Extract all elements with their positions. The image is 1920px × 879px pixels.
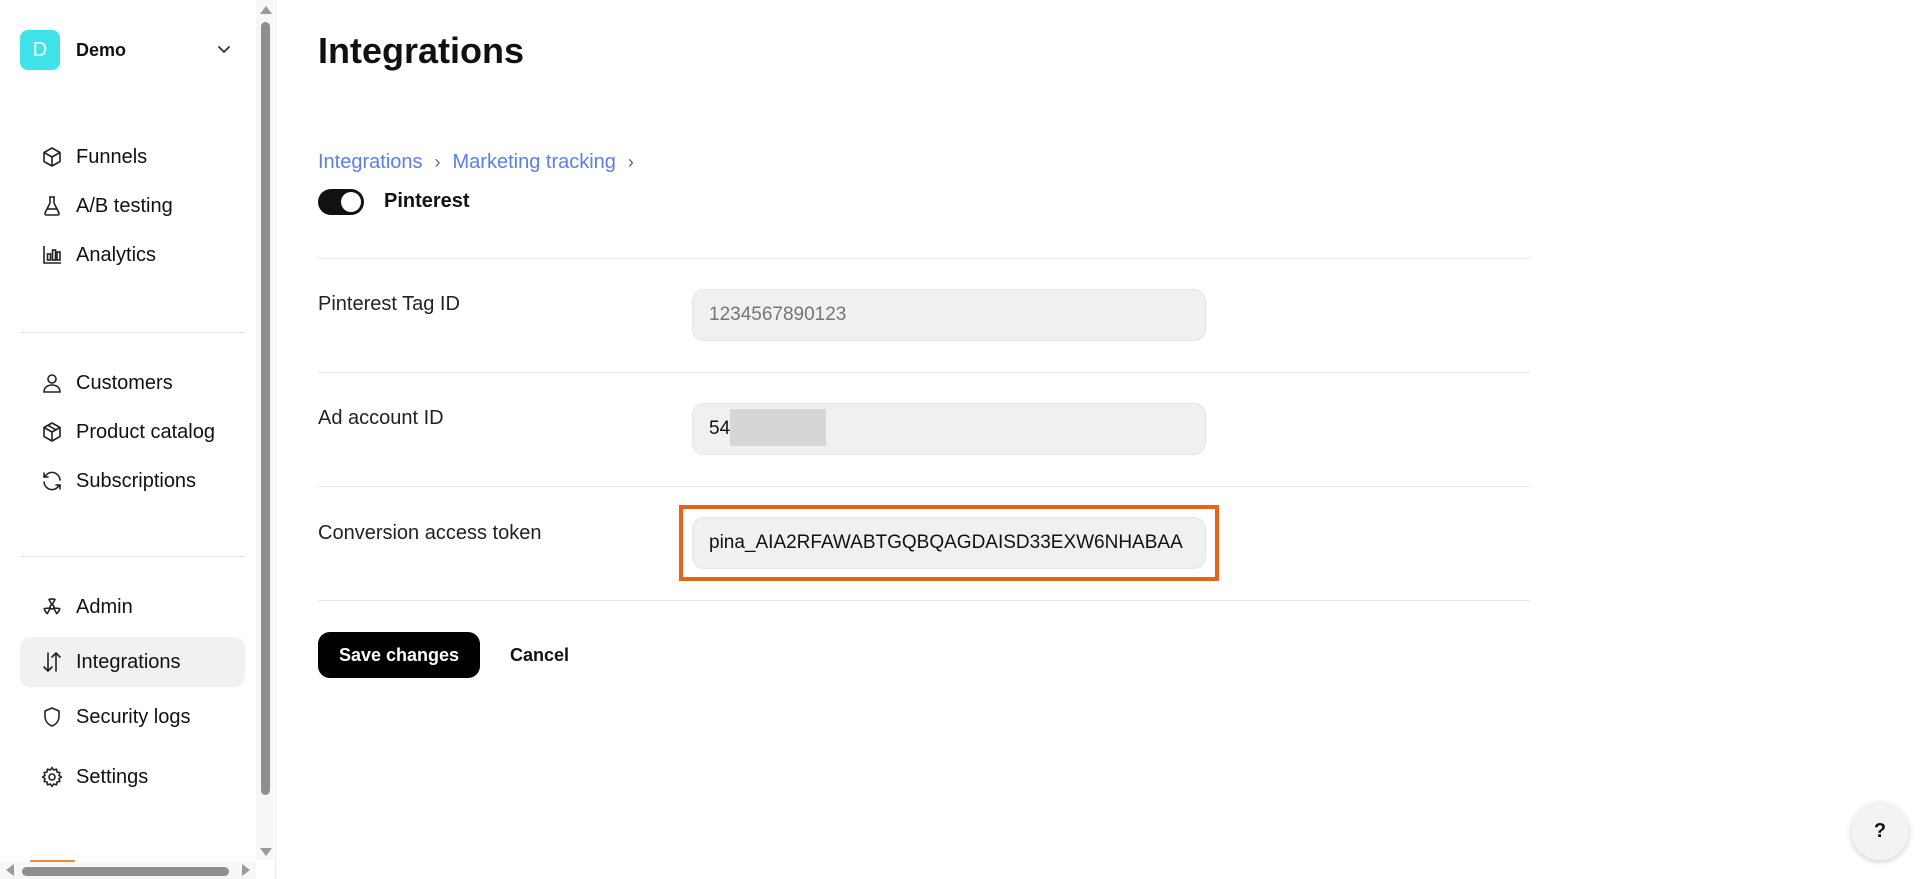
flask-icon (44, 196, 60, 216)
save-changes-button[interactable]: Save changes (318, 632, 480, 678)
workspace-switcher[interactable]: D Demo (20, 30, 234, 70)
breadcrumb: Integrations › Marketing tracking › (318, 150, 646, 174)
scroll-right-arrow-icon[interactable] (242, 864, 250, 876)
sidebar-item-integrations[interactable]: Integrations (20, 637, 245, 687)
sidebar-item-customers[interactable]: Customers (20, 358, 245, 408)
package-icon (43, 422, 61, 442)
pinterest-tag-id-label: Pinterest Tag ID (318, 293, 460, 315)
pinterest-enable-toggle[interactable] (318, 189, 364, 215)
sidebar-item-label: Settings (76, 765, 149, 788)
pinterest-tag-id-input[interactable] (692, 289, 1206, 341)
sidebar-item-label: A/B testing (76, 194, 173, 217)
sidebar-divider (20, 332, 245, 333)
sidebar-item-label: Subscriptions (76, 469, 197, 492)
sidebar-item-analytics[interactable]: Analytics (20, 230, 245, 280)
chevron-right-icon: › (627, 151, 634, 172)
redaction-block (730, 409, 826, 446)
help-button[interactable]: ? (1851, 802, 1909, 860)
sidebar-item-label: Product catalog (76, 420, 215, 443)
chevron-right-icon: › (434, 151, 441, 172)
cancel-button[interactable]: Cancel (500, 632, 579, 678)
refresh-icon (43, 471, 61, 491)
form-divider (318, 486, 1530, 487)
scroll-up-arrow-icon[interactable] (260, 6, 272, 14)
sidebar-item-label: Customers (76, 371, 173, 394)
bar-chart-icon (43, 246, 61, 264)
sidebar-item-funnels[interactable]: Funnels (20, 132, 245, 182)
sidebar-item-label: Security logs (76, 705, 191, 728)
sidebar-item-label: Analytics (76, 243, 157, 266)
arrows-up-down-icon (43, 652, 61, 672)
workspace-avatar: D (20, 30, 60, 70)
sidebar-item-label: Funnels (76, 145, 148, 168)
breadcrumb-marketing-tracking-link[interactable]: Marketing tracking (453, 151, 616, 174)
sidebar-scroll-thumb[interactable] (261, 22, 270, 795)
sidebar-item-admin[interactable]: Admin (20, 582, 245, 632)
sidebar-divider (20, 556, 245, 557)
shield-icon (44, 707, 60, 727)
sidebar-item-label: Integrations (76, 650, 181, 673)
sidebar-item-product-catalog[interactable]: Product catalog (20, 407, 245, 457)
form-divider (318, 372, 1530, 373)
chevron-down-icon (218, 46, 230, 53)
integration-name: Pinterest (384, 190, 470, 212)
sidebar-item-ab-testing[interactable]: A/B testing (20, 181, 245, 231)
scroll-left-arrow-icon[interactable] (6, 864, 14, 876)
sidebar-item-label: Admin (76, 595, 133, 618)
form-divider (318, 258, 1530, 259)
cube-icon (43, 147, 61, 167)
form-divider (318, 600, 1530, 601)
sidebar: D Demo Funnels A/B testing Analytics Cus… (0, 0, 276, 879)
sidebar-item-settings[interactable]: Settings (20, 752, 245, 802)
highlight-annotation-box (679, 505, 1219, 581)
page-title: Integrations (318, 30, 525, 71)
workspace-name: Demo (76, 39, 127, 60)
toggle-knob (341, 192, 361, 212)
scroll-down-arrow-icon[interactable] (260, 848, 272, 856)
sidebar-hscroll-thumb[interactable] (22, 867, 229, 876)
breadcrumb-integrations-link[interactable]: Integrations (318, 151, 423, 174)
sidebar-item-security-logs[interactable]: Security logs (20, 692, 245, 742)
radiation-icon (43, 598, 61, 615)
conversion-access-token-label: Conversion access token (318, 522, 542, 544)
user-icon (43, 374, 61, 393)
gear-icon (41, 766, 63, 788)
ad-account-id-label: Ad account ID (318, 407, 444, 429)
sidebar-item-subscriptions[interactable]: Subscriptions (20, 456, 245, 506)
